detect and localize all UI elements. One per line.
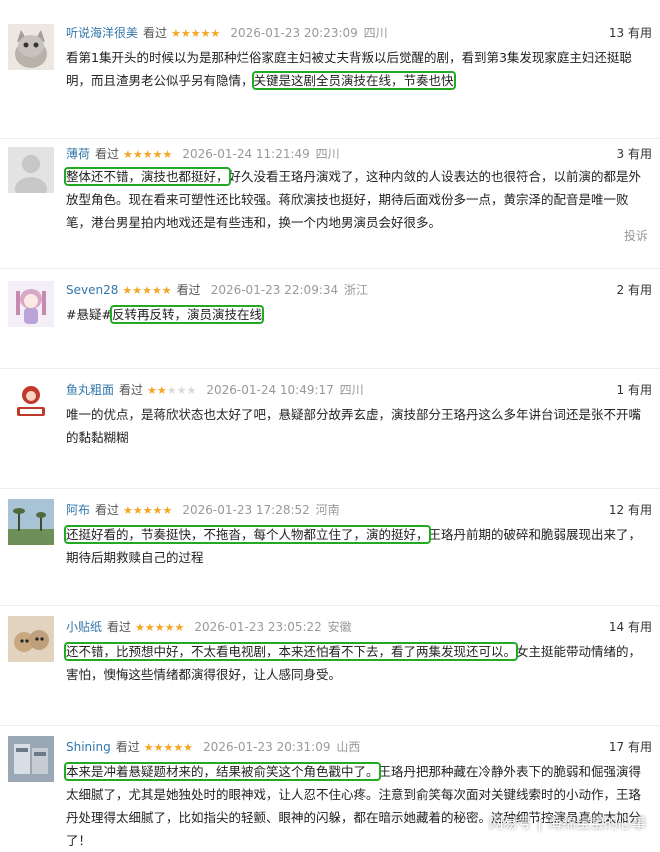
rating-stars: ★★★★★ [122, 284, 172, 297]
username-link[interactable]: 阿布 [66, 503, 90, 517]
comment-location: 山西 [336, 740, 361, 754]
comment-meta: 听说海洋很美 看过 ★★★★★ 2026-01-23 20:23:09 四川 [66, 24, 388, 42]
username-link[interactable]: 听说海洋很美 [66, 26, 138, 40]
useful-count[interactable]: 17 有用 [609, 738, 652, 756]
watch-status: 看过 [143, 26, 168, 40]
avatar[interactable] [8, 147, 54, 193]
comment-text: 还挺好看的，节奏挺快，不拖沓，每个人物都立住了，演的挺好，王珞丹前期的破碎和脆弱… [64, 523, 648, 569]
comment-text: 看第1集开头的时候以为是那种烂俗家庭主妇被丈夫背叛以后觉醒的剧，看到第3集发现家… [66, 46, 648, 92]
comment-text: 整体还不错，演技也都挺好，好久没看王珞丹演戏了，这种内敛的人设表达的也很符合，以… [64, 165, 648, 234]
comment-time: 2026-01-24 11:21:49 [182, 147, 310, 161]
comment-meta: Shining 看过 ★★★★★ 2026-01-23 20:31:09 山西 [66, 738, 360, 756]
watch-status: 看过 [107, 620, 132, 634]
username-link[interactable]: 鱼丸粗面 [66, 383, 114, 397]
watch-status: 看过 [176, 283, 201, 297]
anime-girl-avatar [8, 281, 54, 327]
comment-time: 2026-01-23 20:23:09 [230, 26, 358, 40]
comment-text: 本来是冲着悬疑题材来的，结果被俞笑这个角色戳中了。王珞丹把那种藏在冷静外表下的脆… [64, 760, 648, 852]
useful-count[interactable]: 3 有用 [617, 145, 652, 163]
rating-stars: ★★★★★ [143, 741, 194, 754]
watch-status: 看过 [115, 740, 140, 754]
report-link[interactable]: 投诉 [624, 227, 648, 244]
comment-location: 四川 [315, 147, 340, 161]
comment-text: #悬疑#反转再反转，演员演技在线 [66, 303, 648, 326]
comment-text: 还不错，比预想中好，不太看电视剧，本来还怕看不下去，看了两集发现还可以。女主挺能… [63, 640, 648, 686]
avatar[interactable] [8, 499, 54, 545]
comment-location: 安徽 [327, 620, 352, 634]
rating-stars: ★★★★★ [123, 504, 173, 517]
username-link[interactable]: 小贴纸 [66, 620, 102, 634]
watermark-author: 海绵宝宝的心事 [548, 816, 646, 832]
comment-text: 唯一的优点，是蒋欣状态也太好了吧，悬疑部分故弄玄虚，演技部分王珞丹这么多年讲台词… [66, 403, 648, 449]
highlighted-phrase: 还不错，比预想中好，不太看电视剧，本来还怕看不下去，看了两集发现还可以。 [63, 642, 519, 661]
watch-status: 看过 [95, 503, 120, 517]
photo-avatar [8, 736, 54, 782]
avatar[interactable] [8, 736, 54, 782]
default-user-avatar [8, 147, 54, 193]
comment-item: 鱼丸粗面 看过 ★★★★★ 2026-01-24 10:49:17 四川 1 有用 唯… [0, 368, 660, 478]
highlighted-phrase: 本来是冲着悬疑题材来的，结果被俞笑这个角色戳中了。 [64, 762, 381, 781]
source-watermark: 网易号 | 海绵宝宝的心事 [489, 816, 646, 832]
comment-location: 河南 [315, 503, 340, 517]
useful-count[interactable]: 12 有用 [609, 501, 652, 519]
avatar[interactable] [8, 379, 54, 425]
comment-meta: 薄荷 看过 ★★★★★ 2026-01-24 11:21:49 四川 [66, 145, 340, 163]
comment-text-pre: 唯一的优点，是蒋欣状态也太好了吧，悬疑部分故弄玄虚，演技部分王珞丹这么多年讲台词… [66, 407, 642, 445]
rating-stars: ★★★★★ [147, 384, 197, 397]
highlighted-phrase: 关键是这剧全员演技在线，节奏也快 [251, 71, 456, 90]
comment-text-pre: #悬疑# [66, 307, 112, 322]
watch-status: 看过 [95, 147, 120, 161]
rating-stars: ★★★★★ [135, 621, 185, 634]
highlighted-phrase: 整体还不错，演技也都挺好， [64, 167, 231, 186]
username-link[interactable]: Shining [66, 740, 111, 754]
comment-item: 薄荷 看过 ★★★★★ 2026-01-24 11:21:49 四川 3 有用 整体还… [0, 138, 660, 258]
comment-time: 2026-01-23 20:31:09 [203, 740, 331, 754]
useful-count[interactable]: 1 有用 [617, 381, 652, 399]
useful-count[interactable]: 14 有用 [609, 618, 652, 636]
rating-stars: ★★★★★ [123, 148, 173, 161]
comment-meta: 阿布 看过 ★★★★★ 2026-01-23 17:28:52 河南 [66, 501, 340, 519]
username-link[interactable]: 薄荷 [66, 147, 90, 161]
cat-avatar-image [8, 24, 54, 70]
comment-item: 听说海洋很美 看过 ★★★★★ 2026-01-23 20:23:09 四川 13 有… [0, 18, 660, 118]
comment-item: 小贴纸 看过 ★★★★★ 2026-01-23 23:05:22 安徽 14 有用 还… [0, 605, 660, 710]
comment-time: 2026-01-23 22:09:34 [210, 283, 339, 297]
useful-count[interactable]: 13 有用 [609, 24, 652, 42]
comment-location: 浙江 [343, 283, 368, 297]
avatar[interactable] [8, 281, 54, 327]
puppy-avatar [8, 616, 54, 662]
avatar[interactable] [8, 24, 54, 70]
rating-stars: ★★★★★ [171, 27, 221, 40]
comment-time: 2026-01-23 23:05:22 [194, 620, 322, 634]
avatar[interactable] [8, 616, 54, 662]
username-link[interactable]: Seven28 [66, 283, 118, 297]
comment-item: 阿布 看过 ★★★★★ 2026-01-23 17:28:52 河南 12 有用 还挺… [0, 488, 660, 588]
comment-item: Seven28 ★★★★★ 看过 2026-01-23 22:09:34 浙江 2 有… [0, 268, 660, 348]
comment-location: 四川 [339, 383, 364, 397]
comment-time: 2026-01-24 10:49:17 [206, 383, 334, 397]
comment-location: 四川 [363, 26, 388, 40]
watermark-source: 网易号 [489, 816, 532, 832]
comment-meta: Seven28 ★★★★★ 看过 2026-01-23 22:09:34 浙江 [66, 281, 368, 299]
useful-count[interactable]: 2 有用 [617, 281, 652, 299]
comment-meta: 鱼丸粗面 看过 ★★★★★ 2026-01-24 10:49:17 四川 [66, 381, 364, 399]
cartoon-avatar [8, 379, 54, 425]
landscape-avatar [8, 499, 54, 545]
highlighted-phrase: 还挺好看的，节奏挺快，不拖沓，每个人物都立住了，演的挺好， [64, 525, 431, 544]
comment-meta: 小贴纸 看过 ★★★★★ 2026-01-23 23:05:22 安徽 [66, 618, 352, 636]
highlighted-phrase: 反转再反转，演员演技在线 [109, 305, 264, 324]
watch-status: 看过 [119, 383, 144, 397]
comment-time: 2026-01-23 17:28:52 [182, 503, 310, 517]
